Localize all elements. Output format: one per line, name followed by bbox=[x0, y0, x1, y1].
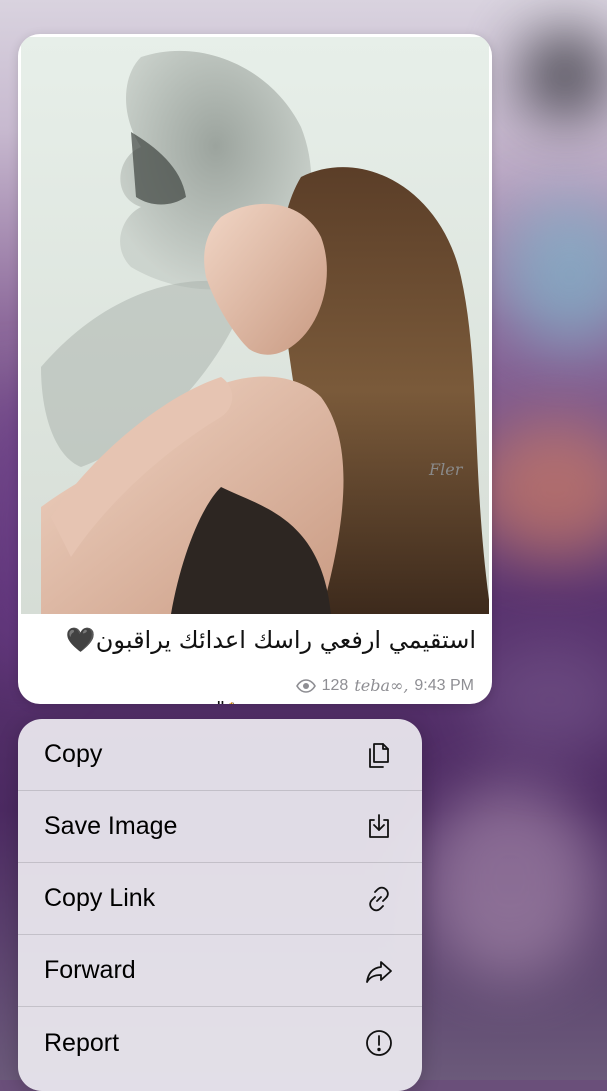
menu-item-forward[interactable]: Forward bbox=[18, 935, 422, 1007]
copy-icon bbox=[362, 738, 396, 772]
menu-item-label: Forward bbox=[44, 956, 136, 984]
menu-item-report[interactable]: Report bbox=[18, 1007, 422, 1079]
menu-item-save-image[interactable]: Save Image bbox=[18, 791, 422, 863]
menu-item-copy[interactable]: Copy bbox=[18, 719, 422, 791]
message-caption-second-line: "🐆 bbox=[216, 697, 250, 704]
save-image-icon bbox=[362, 810, 396, 844]
report-icon bbox=[362, 1026, 396, 1060]
views-count: 128 bbox=[321, 676, 349, 694]
menu-item-label: Save Image bbox=[44, 812, 178, 840]
photo-watermark: Fler bbox=[428, 460, 464, 479]
message-author: teba∞, bbox=[354, 676, 409, 695]
link-icon bbox=[362, 882, 396, 916]
menu-item-label: Report bbox=[44, 1028, 120, 1057]
message-time: 9:43 PM bbox=[414, 676, 474, 694]
menu-item-copy-link[interactable]: Copy Link bbox=[18, 863, 422, 935]
menu-item-label: Copy bbox=[44, 740, 103, 768]
views-eye-icon bbox=[295, 678, 316, 693]
message-caption: استقيمي ارفعي راسك اعدائك يراقبون🖤 bbox=[65, 626, 476, 654]
message-photo[interactable]: Fler bbox=[21, 37, 489, 614]
forward-icon bbox=[362, 954, 396, 988]
message-meta: 128 teba∞, 9:43 PM bbox=[295, 676, 474, 695]
menu-item-label: Copy Link bbox=[44, 884, 156, 912]
message-bubble[interactable]: Fler استقيمي ارفعي راسك اعدائك يراقبون🖤 … bbox=[18, 34, 492, 704]
context-menu: Copy Save Image Copy Link Forward Report bbox=[18, 719, 422, 1091]
